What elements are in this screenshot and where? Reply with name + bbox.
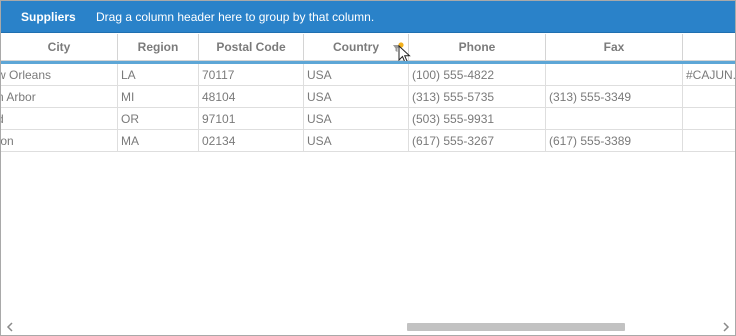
cell-postal-code[interactable]: 70117 (199, 64, 304, 86)
cell-country[interactable]: USA (304, 86, 409, 108)
cell-fax[interactable]: (617) 555-3389 (546, 130, 683, 152)
cell-city[interactable]: d (1, 108, 118, 130)
column-header-homepage[interactable] (683, 34, 735, 61)
cell-fax[interactable]: (313) 555-3349 (546, 86, 683, 108)
table-row[interactable]: d OR 97101 USA (503) 555-9931 (1, 108, 735, 130)
cell-city[interactable]: w Orleans (1, 64, 118, 86)
cell-city[interactable]: ton (1, 130, 118, 152)
table-row[interactable]: n Arbor MI 48104 USA (313) 555-5735 (313… (1, 86, 735, 108)
column-header-label: City (47, 40, 71, 54)
table-row[interactable]: ton MA 02134 USA (617) 555-3267 (617) 55… (1, 130, 735, 152)
column-header-row: City Region Postal Code Country Phone Fa… (1, 34, 735, 64)
cell-postal-code[interactable]: 48104 (199, 86, 304, 108)
grid-window: Suppliers Drag a column header here to g… (0, 0, 736, 336)
cell-region[interactable]: MA (118, 130, 199, 152)
column-header-region[interactable]: Region (118, 34, 199, 61)
cell-phone[interactable]: (503) 555-9931 (409, 108, 546, 130)
cell-country[interactable]: USA (304, 108, 409, 130)
cell-homepage[interactable] (683, 130, 735, 152)
cell-fax[interactable] (546, 108, 683, 130)
group-panel[interactable]: Suppliers Drag a column header here to g… (1, 1, 735, 33)
cell-homepage[interactable] (683, 86, 735, 108)
cell-fax[interactable] (546, 64, 683, 86)
cell-phone[interactable]: (100) 555-4822 (409, 64, 546, 86)
cell-region[interactable]: LA (118, 64, 199, 86)
column-header-label: Phone (458, 40, 496, 54)
column-header-label: Fax (603, 40, 625, 54)
chevron-right-icon[interactable] (721, 322, 731, 332)
cell-region[interactable]: OR (118, 108, 199, 130)
column-header-phone[interactable]: Phone (409, 34, 546, 61)
cell-homepage[interactable] (683, 108, 735, 130)
grid-title: Suppliers (21, 10, 76, 24)
cell-homepage[interactable]: #CAJUN.H (683, 64, 735, 86)
cell-region[interactable]: MI (118, 86, 199, 108)
horizontal-scrollbar[interactable] (1, 319, 735, 335)
column-header-postal-code[interactable]: Postal Code (199, 34, 304, 61)
cell-country[interactable]: USA (304, 130, 409, 152)
cell-country[interactable]: USA (304, 64, 409, 86)
column-header-label: Region (137, 40, 179, 54)
cell-postal-code[interactable]: 97101 (199, 108, 304, 130)
group-panel-hint: Drag a column header here to group by th… (96, 10, 375, 24)
column-header-fax[interactable]: Fax (546, 34, 683, 61)
cell-city[interactable]: n Arbor (1, 86, 118, 108)
chevron-left-icon[interactable] (5, 322, 15, 332)
column-header-label: Postal Code (216, 40, 286, 54)
table-row[interactable]: w Orleans LA 70117 USA (100) 555-4822 #C… (1, 64, 735, 86)
scrollbar-thumb[interactable] (407, 323, 625, 331)
column-header-label: Country (333, 40, 379, 54)
column-header-city[interactable]: City (1, 34, 118, 61)
cell-postal-code[interactable]: 02134 (199, 130, 304, 152)
cell-phone[interactable]: (313) 555-5735 (409, 86, 546, 108)
cell-phone[interactable]: (617) 555-3267 (409, 130, 546, 152)
